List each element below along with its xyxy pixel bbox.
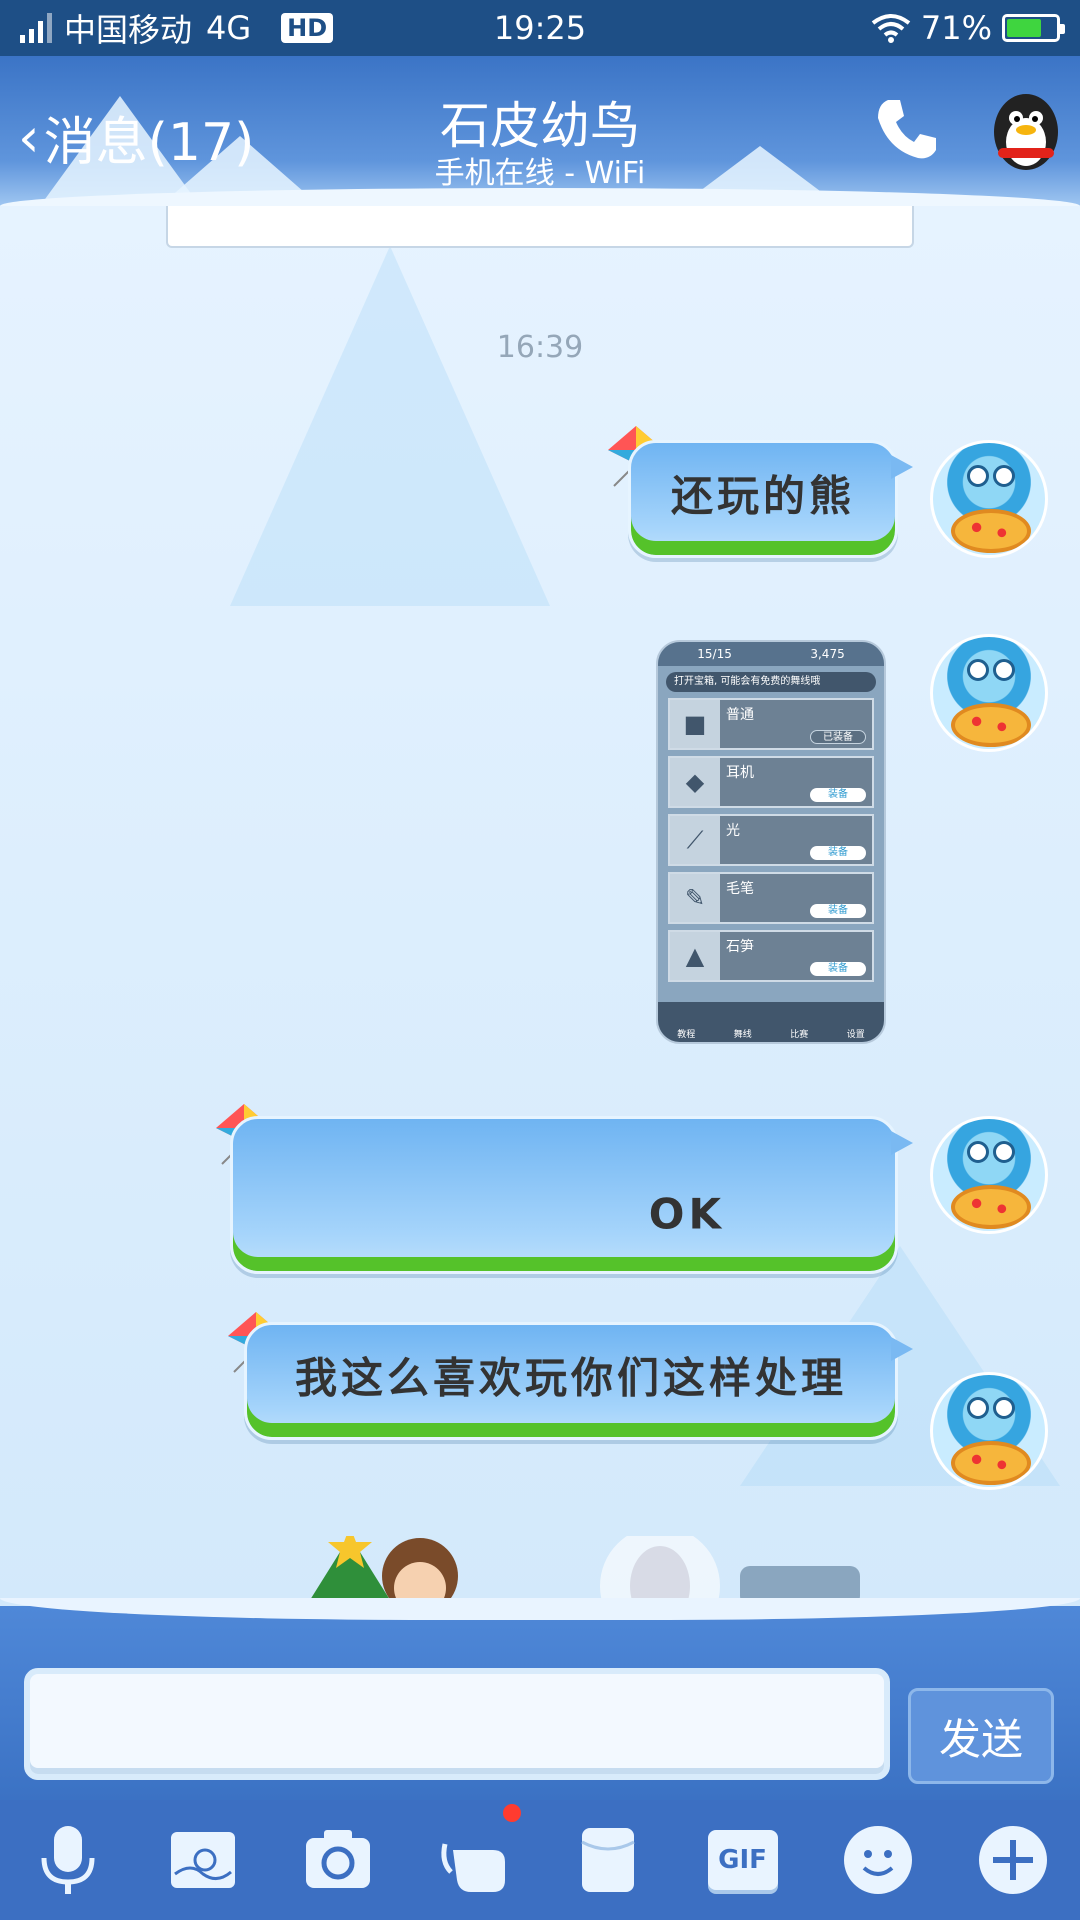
message-text: OK bbox=[648, 1189, 725, 1239]
chat-area[interactable]: 16:39 还玩的熊 15/15 3,475 打开宝箱, 可能会有免费的舞线哦 … bbox=[0, 206, 1080, 1606]
game-item-row: ■ 普通 已装备 bbox=[668, 698, 874, 750]
previous-message-card[interactable] bbox=[166, 206, 914, 248]
game-banner: 打开宝箱, 可能会有免费的舞线哦 bbox=[666, 672, 876, 692]
gif-icon: GIF bbox=[707, 1830, 778, 1890]
status-bar: 中国移动 4G HD 19:25 71% bbox=[0, 0, 1080, 56]
message-text: 我这么喜欢玩你们这样处理 bbox=[294, 1353, 847, 1403]
file-button[interactable] bbox=[566, 1818, 650, 1902]
send-button[interactable]: 发送 bbox=[908, 1688, 1054, 1784]
network-label: 4G bbox=[206, 9, 252, 47]
emoji-icon bbox=[843, 1826, 912, 1894]
user-avatar[interactable] bbox=[930, 1116, 1048, 1234]
avatar-eye bbox=[993, 465, 1015, 487]
camera-button[interactable] bbox=[296, 1818, 380, 1902]
game-nav: 教程 舞线 比赛 设置 bbox=[658, 1002, 884, 1042]
message-text: 还玩的熊 bbox=[670, 471, 855, 521]
avatar-eye bbox=[993, 659, 1015, 681]
qq-penguin-button[interactable] bbox=[988, 88, 1064, 172]
game-item-button: 装备 bbox=[810, 846, 866, 860]
message-bubble[interactable]: 还玩的熊 bbox=[628, 440, 913, 558]
game-lives: 15/15 bbox=[697, 647, 732, 661]
battery-icon bbox=[1002, 14, 1065, 42]
avatar-pizza bbox=[951, 509, 1031, 553]
phone-icon bbox=[878, 100, 936, 159]
more-button[interactable] bbox=[971, 1818, 1055, 1902]
image-message[interactable]: 15/15 3,475 打开宝箱, 可能会有免费的舞线哦 ■ 普通 已装备 ◆ … bbox=[656, 640, 886, 1044]
avatar-pizza bbox=[951, 703, 1031, 747]
game-item-name: 毛笔 bbox=[726, 881, 754, 897]
avatar-eye bbox=[993, 1397, 1015, 1419]
photo-button[interactable] bbox=[161, 1818, 245, 1902]
plus-icon bbox=[978, 1826, 1047, 1894]
file-icon bbox=[580, 1828, 635, 1892]
game-nav-item: 教程 bbox=[677, 1030, 696, 1040]
background-iceberg bbox=[230, 246, 550, 606]
game-top-bar: 15/15 3,475 bbox=[658, 642, 884, 666]
brush-icon: ✎ bbox=[670, 874, 720, 922]
game-item-button: 装备 bbox=[810, 788, 866, 802]
game-item-name: 光 bbox=[726, 823, 740, 839]
game-item-name: 耳机 bbox=[726, 765, 754, 781]
game-nav-item: 设置 bbox=[846, 1030, 865, 1040]
game-item-name: 普通 bbox=[726, 707, 754, 723]
notification-dot bbox=[502, 1804, 521, 1822]
carrier-label: 中国移动 bbox=[64, 11, 193, 49]
input-toolbar: GIF bbox=[0, 1800, 1080, 1920]
game-item-row: ▲ 石笋 装备 bbox=[668, 930, 874, 982]
game-item-row: ✎ 毛笔 装备 bbox=[668, 872, 874, 924]
game-item-button: 装备 bbox=[810, 962, 866, 976]
game-nav-item: 舞线 bbox=[733, 1030, 752, 1040]
message-input[interactable] bbox=[24, 1668, 890, 1780]
headphone-cube-icon: ◆ bbox=[670, 758, 720, 806]
avatar-eye bbox=[967, 1141, 989, 1163]
avatar-pizza bbox=[951, 1441, 1031, 1485]
user-avatar[interactable] bbox=[930, 440, 1048, 558]
message-bubble[interactable]: 我这么喜欢玩你们这样处理 bbox=[244, 1322, 913, 1440]
avatar-eye bbox=[967, 1397, 989, 1419]
game-gems: 3,475 bbox=[810, 647, 845, 661]
photo-icon bbox=[170, 1832, 235, 1888]
game-item-row: ◆ 耳机 装备 bbox=[668, 756, 874, 808]
cube-icon: ■ bbox=[670, 700, 720, 748]
message-bubble[interactable]: OK bbox=[230, 1116, 913, 1274]
stalagmite-icon: ▲ bbox=[670, 932, 720, 980]
phone-call-button[interactable] bbox=[870, 92, 942, 164]
user-avatar[interactable] bbox=[930, 634, 1048, 752]
signal-icon bbox=[20, 13, 52, 43]
battery-fill bbox=[1007, 19, 1042, 37]
game-item-row: ⟋ 光 装备 bbox=[668, 814, 874, 866]
battery-percent: 71% bbox=[920, 9, 992, 47]
avatar-pizza bbox=[951, 1185, 1031, 1229]
input-area: 发送 bbox=[0, 1598, 1080, 1800]
chat-header: ‹ 消息(17) 石皮幼鸟 手机在线 - WiFi bbox=[0, 56, 1080, 206]
voice-button[interactable] bbox=[26, 1818, 110, 1902]
avatar-eye bbox=[967, 659, 989, 681]
game-nav-item: 比赛 bbox=[790, 1030, 809, 1040]
bubble-tail bbox=[891, 1131, 913, 1155]
wifi-icon bbox=[871, 14, 911, 43]
avatar-eye bbox=[967, 465, 989, 487]
gif-button[interactable]: GIF bbox=[701, 1818, 785, 1902]
status-right: 71% bbox=[871, 9, 1065, 47]
message-timestamp: 16:39 bbox=[496, 330, 584, 365]
game-item-name: 石笋 bbox=[726, 939, 754, 955]
microphone-icon bbox=[41, 1826, 94, 1894]
avatar-eye bbox=[993, 1141, 1015, 1163]
light-beam-icon: ⟋ bbox=[670, 816, 720, 864]
penguin-icon bbox=[994, 94, 1058, 170]
red-packet-button[interactable] bbox=[431, 1804, 521, 1902]
red-packet-icon bbox=[440, 1843, 505, 1892]
user-avatar[interactable] bbox=[930, 1372, 1048, 1490]
camera-icon bbox=[305, 1830, 370, 1888]
game-item-button: 装备 bbox=[810, 904, 866, 918]
hd-badge: HD bbox=[281, 13, 334, 43]
game-item-button: 已装备 bbox=[810, 730, 866, 744]
snow-edge bbox=[0, 1598, 1080, 1620]
emoji-button[interactable] bbox=[836, 1818, 920, 1902]
